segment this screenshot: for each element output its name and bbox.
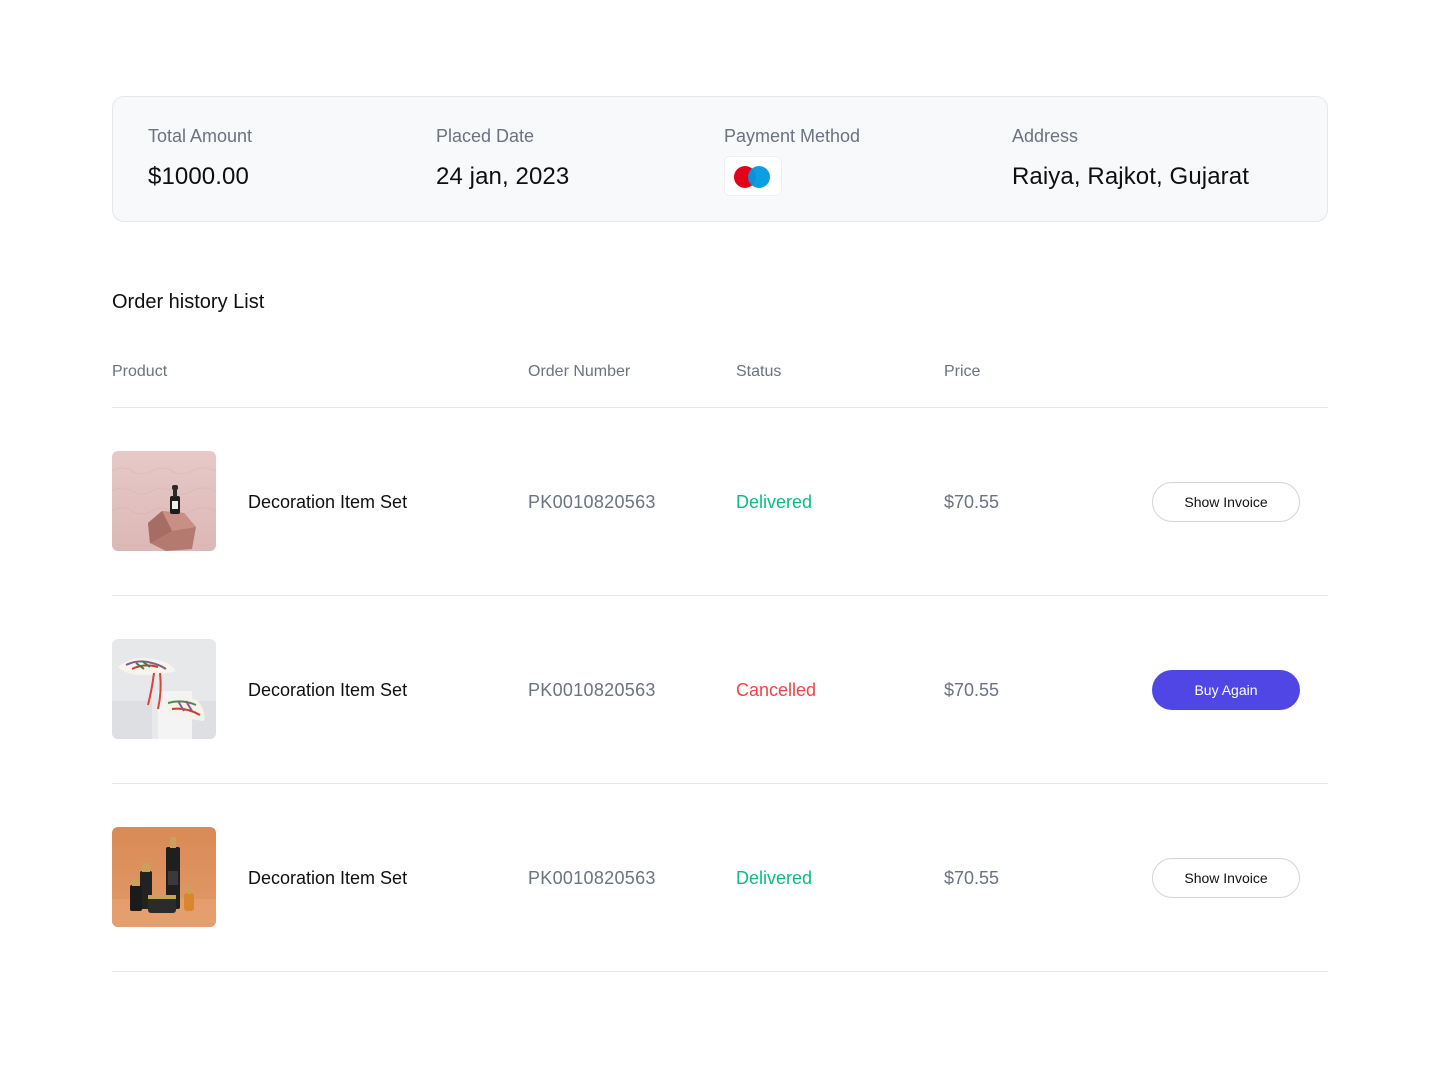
status-text: Delivered	[736, 868, 813, 888]
order-number: PK0010820563	[528, 492, 656, 512]
product-image-dropper-bottle	[112, 451, 216, 551]
show-invoice-button[interactable]: Show Invoice	[1152, 482, 1300, 522]
placed-date-label: Placed Date	[436, 126, 535, 146]
column-header-order-number: Order Number	[528, 363, 631, 380]
table-row: Decoration Item Set PK0010820563 Deliver…	[112, 784, 1328, 972]
price: $70.55	[944, 492, 1000, 512]
placed-date-value: 24 jan, 2023	[436, 163, 570, 190]
address-block: Address Raiya, Rajkot, Gujarat	[1012, 125, 1249, 192]
buy-again-button[interactable]: Buy Again	[1152, 670, 1300, 710]
total-amount-label: Total Amount	[148, 126, 253, 146]
button-label: Show Invoice	[1184, 870, 1268, 886]
order-number: PK0010820563	[528, 680, 656, 700]
placed-date-block: Placed Date 24 jan, 2023	[436, 125, 569, 192]
product-image-sneakers	[112, 639, 216, 739]
product-name: Decoration Item Set	[248, 680, 408, 700]
maestro-card-icon	[724, 156, 782, 196]
product-name: Decoration Item Set	[248, 492, 408, 512]
total-amount-block: Total Amount $1000.00	[148, 125, 252, 192]
address-value: Raiya, Rajkot, Gujarat	[1012, 163, 1249, 190]
status-text: Cancelled	[736, 680, 817, 700]
column-header-price: Price	[944, 363, 981, 380]
status-text: Delivered	[736, 492, 813, 512]
total-amount-value: $1000.00	[148, 163, 249, 190]
product-name: Decoration Item Set	[248, 868, 408, 888]
payment-method-label: Payment Method	[724, 126, 861, 146]
table-row: Decoration Item Set PK0010820563 Deliver…	[112, 408, 1328, 596]
address-label: Address	[1012, 126, 1079, 146]
order-summary-card: Total Amount $1000.00 Placed Date 24 jan…	[112, 96, 1328, 222]
payment-method-block: Payment Method	[724, 125, 860, 196]
price: $70.55	[944, 868, 1000, 888]
table-row: Decoration Item Set PK0010820563 Cancell…	[112, 596, 1328, 784]
show-invoice-button[interactable]: Show Invoice	[1152, 858, 1300, 898]
order-history-title: Order history List	[112, 291, 265, 313]
order-table-header: Product Order Number Status Price	[112, 360, 1328, 408]
button-label: Buy Again	[1194, 682, 1258, 698]
button-label: Show Invoice	[1184, 494, 1268, 510]
price: $70.55	[944, 680, 1000, 700]
column-header-status: Status	[736, 363, 782, 380]
column-header-product: Product	[112, 363, 168, 380]
order-number: PK0010820563	[528, 868, 656, 888]
product-image-cosmetic-bottles	[112, 827, 216, 927]
